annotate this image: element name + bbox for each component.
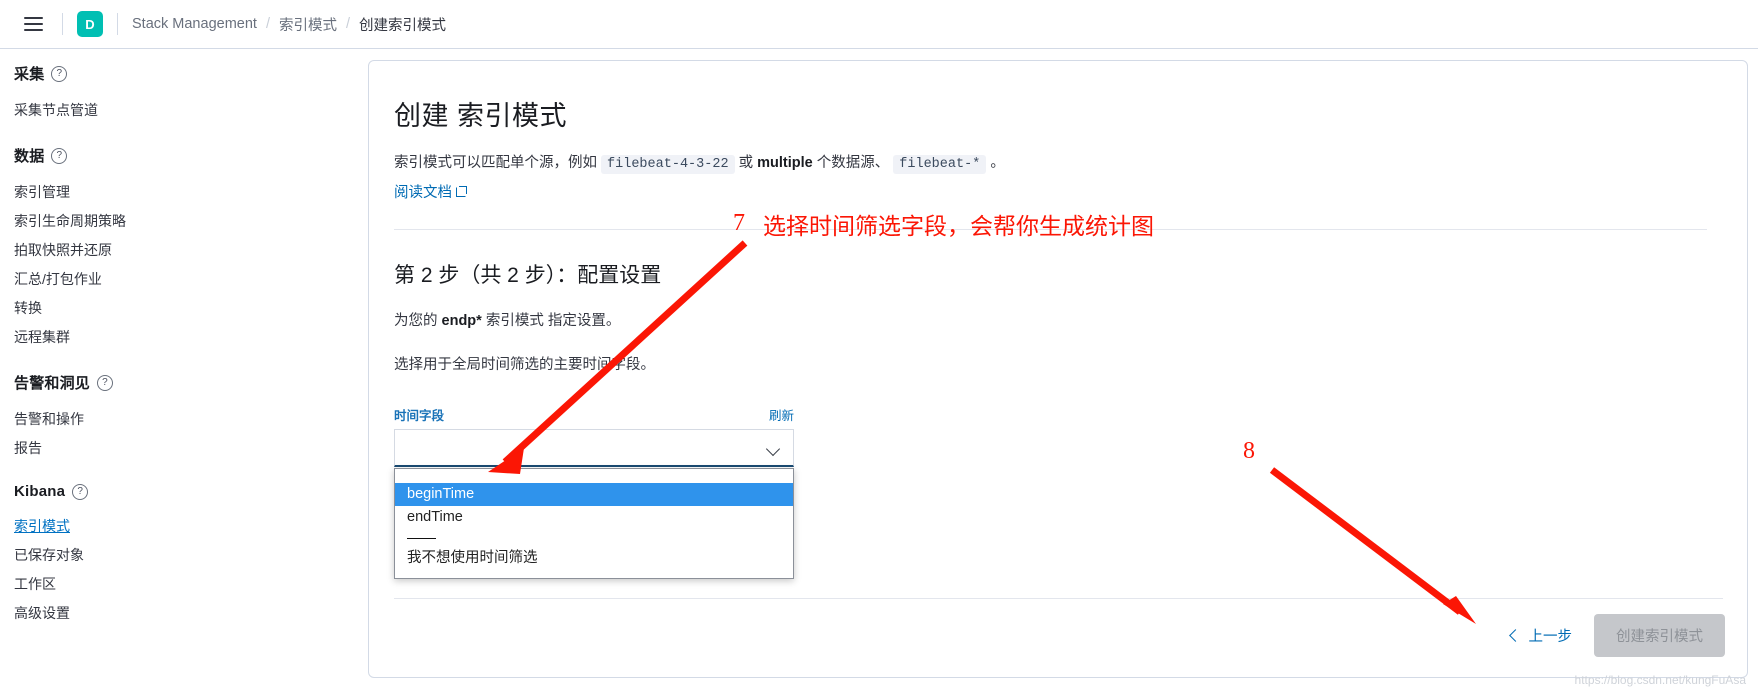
step-desc-prefix: 为您的 — [394, 313, 438, 329]
header-divider — [62, 13, 63, 35]
hamburger-bar — [23, 23, 43, 25]
sidebar-group-label: 告警和洞见 — [14, 375, 91, 392]
intro-description: 索引模式可以匹配单个源，例如 filebeat-4-3-22 或 multipl… — [394, 151, 1707, 177]
time-field-row: 时间字段 刷新 — [394, 377, 794, 424]
refresh-fields-link[interactable]: 刷新 — [769, 405, 794, 424]
breadcrumb-separator: / — [345, 16, 350, 32]
breadcrumb: Stack Management / 索引模式 / 创建索引模式 — [132, 14, 446, 35]
sidebar-item-ingest-node-pipelines[interactable]: 采集节点管道 — [14, 96, 368, 125]
sidebar-item-spaces[interactable]: 工作区 — [14, 570, 368, 599]
breadcrumb-item-index-patterns[interactable]: 索引模式 — [279, 14, 337, 35]
intro-part-2: 或 — [738, 155, 754, 171]
example-pattern-wildcard: filebeat-* — [893, 155, 987, 174]
sidebar-group-data: 数据 ? 索引管理 索引生命周期策略 拍取快照并还原 汇总/打包作业 转换 远程… — [14, 145, 368, 352]
header-divider — [117, 13, 118, 35]
sidebar-navigation: 采集 ? 采集节点管道 数据 ? 索引管理 索引生命周期策略 拍取快照并还原 汇… — [0, 49, 368, 689]
sidebar-group-title: 数据 ? — [14, 145, 368, 166]
sidebar-group-title: Kibana ? — [14, 483, 368, 500]
page-body: 采集 ? 采集节点管道 数据 ? 索引管理 索引生命周期策略 拍取快照并还原 汇… — [0, 49, 1758, 689]
intro-bold-multiple: multiple — [757, 155, 813, 171]
sidebar-group-title: 采集 ? — [14, 63, 368, 84]
sidebar-item-index-patterns[interactable]: 索引模式 — [14, 512, 368, 541]
step-desc-suffix: 索引模式 指定设置。 — [485, 313, 621, 329]
sidebar-group-label: 数据 — [14, 148, 45, 165]
hamburger-bar — [23, 29, 43, 31]
hamburger-menu-icon[interactable] — [18, 9, 48, 39]
time-field-label: 时间字段 — [394, 409, 445, 423]
intro-part-4: 。 — [990, 155, 1005, 171]
help-icon[interactable]: ? — [51, 65, 68, 82]
main-content-area: 创建 索引模式 索引模式可以匹配单个源，例如 filebeat-4-3-22 或… — [368, 49, 1758, 689]
sidebar-group-label: 采集 — [14, 66, 45, 83]
breadcrumb-item-create-index-pattern: 创建索引模式 — [359, 17, 446, 34]
sidebar-group-ingest: 采集 ? 采集节点管道 — [14, 63, 368, 125]
dropdown-option-beginTime[interactable]: beginTime — [395, 483, 793, 506]
help-icon[interactable]: ? — [51, 147, 68, 164]
external-link-icon — [456, 186, 467, 197]
chevron-left-icon — [1508, 629, 1522, 642]
sidebar-group-kibana: Kibana ? 索引模式 已保存对象 工作区 高级设置 — [14, 483, 368, 628]
time-field-dropdown-list: beginTime endTime 我不想使用时间筛选 — [394, 468, 794, 579]
step-description: 为您的 endp* 索引模式 指定设置。 — [394, 309, 1707, 333]
step-heading: 第 2 步（共 2 步）：配置设置 — [394, 264, 662, 287]
section-divider — [394, 229, 1707, 230]
read-docs-label: 阅读文档 — [394, 185, 452, 201]
sidebar-item-advanced-settings[interactable]: 高级设置 — [14, 599, 368, 628]
breadcrumb-item-stack-management[interactable]: Stack Management — [132, 16, 257, 32]
index-pattern-name: endp* — [441, 313, 482, 329]
previous-step-button[interactable]: 上一步 — [1508, 625, 1573, 646]
dropdown-option-no-time-filter[interactable]: 我不想使用时间筛选 — [395, 547, 793, 570]
help-icon[interactable]: ? — [97, 374, 114, 391]
sidebar-item-saved-objects[interactable]: 已保存对象 — [14, 541, 368, 570]
sidebar-item-reporting[interactable]: 报告 — [14, 434, 368, 463]
footer-actions: 上一步 创建索引模式 — [1508, 614, 1725, 657]
time-field-instruction: 选择用于全局时间筛选的主要时间字段。 — [394, 357, 655, 373]
chevron-down-icon — [767, 444, 780, 452]
sidebar-item-snapshot-restore[interactable]: 拍取快照并还原 — [14, 236, 368, 265]
hamburger-bar — [23, 17, 43, 19]
sidebar-group-alerts-insights: 告警和洞见 ? 告警和操作 报告 — [14, 372, 368, 463]
watermark-text: https://blog.csdn.net/kungFuAsa — [1574, 673, 1746, 687]
top-header-bar: D Stack Management / 索引模式 / 创建索引模式 — [0, 0, 1758, 49]
previous-step-label: 上一步 — [1528, 629, 1573, 645]
read-docs-link[interactable]: 阅读文档 — [394, 181, 467, 202]
time-field-select-area: beginTime endTime 我不想使用时间筛选 — [394, 429, 794, 579]
sidebar-item-transforms[interactable]: 转换 — [14, 294, 368, 323]
create-index-pattern-button[interactable]: 创建索引模式 — [1594, 614, 1725, 657]
example-pattern-single: filebeat-4-3-22 — [601, 155, 735, 174]
sidebar-item-alerts-and-actions[interactable]: 告警和操作 — [14, 405, 368, 434]
help-icon[interactable]: ? — [72, 483, 89, 500]
sidebar-item-index-lifecycle-policies[interactable]: 索引生命周期策略 — [14, 207, 368, 236]
breadcrumb-separator: / — [265, 16, 270, 32]
create-index-pattern-panel: 创建 索引模式 索引模式可以匹配单个源，例如 filebeat-4-3-22 或… — [368, 60, 1748, 678]
time-field-select[interactable] — [394, 429, 794, 467]
sidebar-item-rollup-jobs[interactable]: 汇总/打包作业 — [14, 265, 368, 294]
dropdown-option-endTime[interactable]: endTime — [395, 506, 793, 529]
dropdown-separator — [407, 538, 436, 539]
sidebar-group-title: 告警和洞见 ? — [14, 372, 368, 393]
intro-part-3: 个数据源、 — [816, 155, 890, 171]
footer-divider — [394, 598, 1723, 599]
sidebar-group-label: Kibana — [14, 483, 66, 500]
sidebar-item-index-management[interactable]: 索引管理 — [14, 178, 368, 207]
intro-part-1: 索引模式可以匹配单个源，例如 — [394, 155, 597, 171]
page-title: 创建 索引模式 — [394, 101, 568, 131]
space-avatar[interactable]: D — [77, 11, 103, 37]
sidebar-item-remote-clusters[interactable]: 远程集群 — [14, 323, 368, 352]
